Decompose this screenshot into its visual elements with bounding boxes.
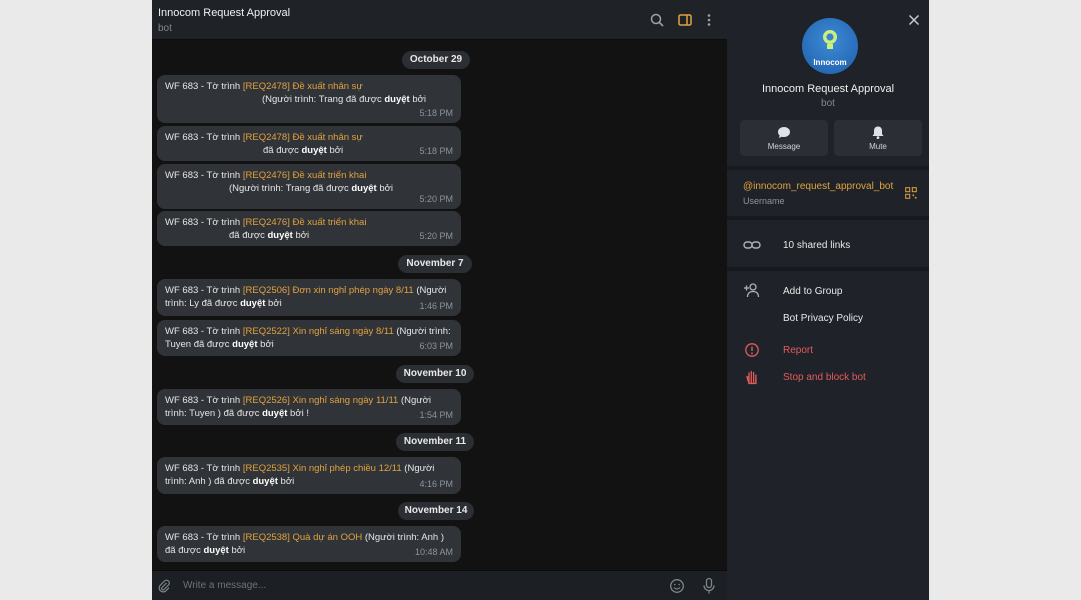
lightbulb-icon: [823, 30, 837, 49]
microphone-icon[interactable]: [702, 577, 716, 595]
telegram-window: Innocom Request Approval bot October 29 …: [152, 0, 929, 600]
username-label: Username: [743, 196, 785, 206]
message-time: 5:18 PM: [419, 108, 453, 118]
message-bubble[interactable]: WF 683 - Tờ trình [REQ2476] Đề xuất triể…: [157, 164, 461, 209]
message-time: 5:20 PM: [419, 231, 453, 241]
chat-subtitle: bot: [158, 23, 172, 34]
more-menu-icon[interactable]: [701, 12, 717, 28]
composer: Write a message...: [152, 570, 727, 600]
message-button[interactable]: Message: [740, 120, 828, 156]
date-separator: November 11: [396, 433, 474, 451]
message-text: WF 683 - Tờ trình [REQ2478] Đề xuất nhân…: [165, 81, 363, 92]
message-text: đã được duyệt bởi: [263, 145, 344, 156]
profile-name: Innocom Request Approval: [761, 83, 895, 95]
bot-username[interactable]: @innocom_request_approval_bot: [743, 181, 893, 192]
message-time: 1:54 PM: [419, 410, 453, 420]
message-time: 5:20 PM: [419, 194, 453, 204]
message-list[interactable]: October 29 WF 683 - Tờ trình [REQ2478] Đ…: [152, 40, 727, 570]
message-time: 5:18 PM: [419, 146, 453, 156]
message-text: đã được duyệt bởi: [229, 230, 310, 241]
bot-privacy-policy-item[interactable]: Bot Privacy Policy: [783, 313, 863, 324]
date-separator: November 10: [396, 365, 474, 383]
message-text: trình: Ly đã được duyệt bởi: [165, 298, 282, 309]
emoji-icon[interactable]: [669, 578, 685, 594]
shared-links-item[interactable]: 10 shared links: [783, 240, 850, 251]
message-text: WF 683 - Tờ trình [REQ2478] Đề xuất nhân…: [165, 132, 363, 143]
avatar[interactable]: Innocom: [802, 18, 858, 74]
message-input[interactable]: Write a message...: [183, 580, 266, 591]
divider: [727, 166, 929, 170]
message-button-label: Message: [767, 142, 801, 151]
message-text: WF 683 - Tờ trình [REQ2526] Xin nghỉ sán…: [165, 395, 431, 406]
message-bubble[interactable]: WF 683 - Tờ trình [REQ2478] Đề xuất nhân…: [157, 75, 461, 123]
profile-subtitle: bot: [821, 98, 835, 109]
qr-code-icon[interactable]: [905, 187, 917, 199]
message-text: WF 683 - Tờ trình [REQ2535] Xin nghỉ phé…: [165, 463, 435, 474]
add-to-group-item[interactable]: Add to Group: [783, 286, 842, 297]
message-text: WF 683 - Tờ trình [REQ2476] Đề xuất triể…: [165, 170, 367, 181]
message-text: Tuyen đã được duyệt bởi: [165, 339, 274, 350]
message-bubble[interactable]: WF 683 - Tờ trình [REQ2476] Đề xuất triể…: [157, 211, 461, 246]
close-icon[interactable]: [908, 14, 920, 26]
link-icon: [743, 241, 761, 249]
profile-panel: Innocom Innocom Request Approval bot Mes…: [727, 0, 929, 600]
chat-title[interactable]: Innocom Request Approval: [158, 7, 290, 19]
message-text: WF 683 - Tờ trình [REQ2506] Đơn xin nghỉ…: [165, 285, 447, 296]
message-text: đã được duyệt bởi: [165, 545, 246, 556]
message-bubble[interactable]: WF 683 - Tờ trình [REQ2535] Xin nghỉ phé…: [157, 457, 461, 494]
message-time: 6:03 PM: [419, 341, 453, 351]
date-separator: October 29: [402, 51, 470, 69]
search-icon[interactable]: [649, 12, 665, 28]
divider: [727, 216, 929, 220]
mute-button[interactable]: Mute: [834, 120, 922, 156]
message-time: 10:48 AM: [414, 547, 453, 557]
message-bubble[interactable]: WF 683 - Tờ trình [REQ2526] Xin nghỉ sán…: [157, 389, 461, 425]
chat-pane: Innocom Request Approval bot October 29 …: [152, 0, 727, 600]
message-time: 1:46 PM: [419, 301, 453, 311]
stop-hand-icon: [746, 370, 757, 385]
bell-icon: [872, 126, 884, 139]
stop-and-block-bot-item[interactable]: Stop and block bot: [783, 372, 866, 383]
message-text: (Người trình: Trang đã được duyệt bởi: [262, 94, 426, 105]
report-item[interactable]: Report: [783, 345, 813, 356]
message-time: 4:16 PM: [419, 479, 453, 489]
message-bubble[interactable]: WF 683 - Tờ trình [REQ2538] Quà dự án OO…: [157, 526, 461, 562]
add-user-icon: [744, 283, 760, 298]
avatar-logo-text: Innocom: [813, 58, 847, 67]
message-text: (Người trình: Trang đã được duyệt bởi: [229, 183, 393, 194]
message-text: trình: Anh ) đã được duyệt bởi: [165, 476, 295, 487]
date-separator: November 7: [398, 255, 472, 273]
report-icon: [745, 343, 759, 357]
attach-icon[interactable]: [157, 579, 171, 593]
mute-button-label: Mute: [869, 142, 887, 151]
chat-header: Innocom Request Approval bot: [152, 0, 727, 40]
divider: [727, 267, 929, 271]
message-text: trình: Tuyen ) đã được duyệt bởi !: [165, 408, 309, 419]
message-text: WF 683 - Tờ trình [REQ2522] Xin nghỉ sán…: [165, 326, 451, 337]
sidebar-toggle-icon[interactable]: [677, 12, 693, 28]
date-separator: November 14: [398, 502, 474, 520]
message-text: WF 683 - Tờ trình [REQ2476] Đề xuất triể…: [165, 217, 367, 228]
chat-bubble-icon: [778, 127, 790, 138]
message-bubble[interactable]: WF 683 - Tờ trình [REQ2522] Xin nghỉ sán…: [157, 320, 461, 356]
message-text: WF 683 - Tờ trình [REQ2538] Quà dự án OO…: [165, 532, 444, 543]
message-bubble[interactable]: WF 683 - Tờ trình [REQ2506] Đơn xin nghỉ…: [157, 279, 461, 316]
message-bubble[interactable]: WF 683 - Tờ trình [REQ2478] Đề xuất nhân…: [157, 126, 461, 161]
